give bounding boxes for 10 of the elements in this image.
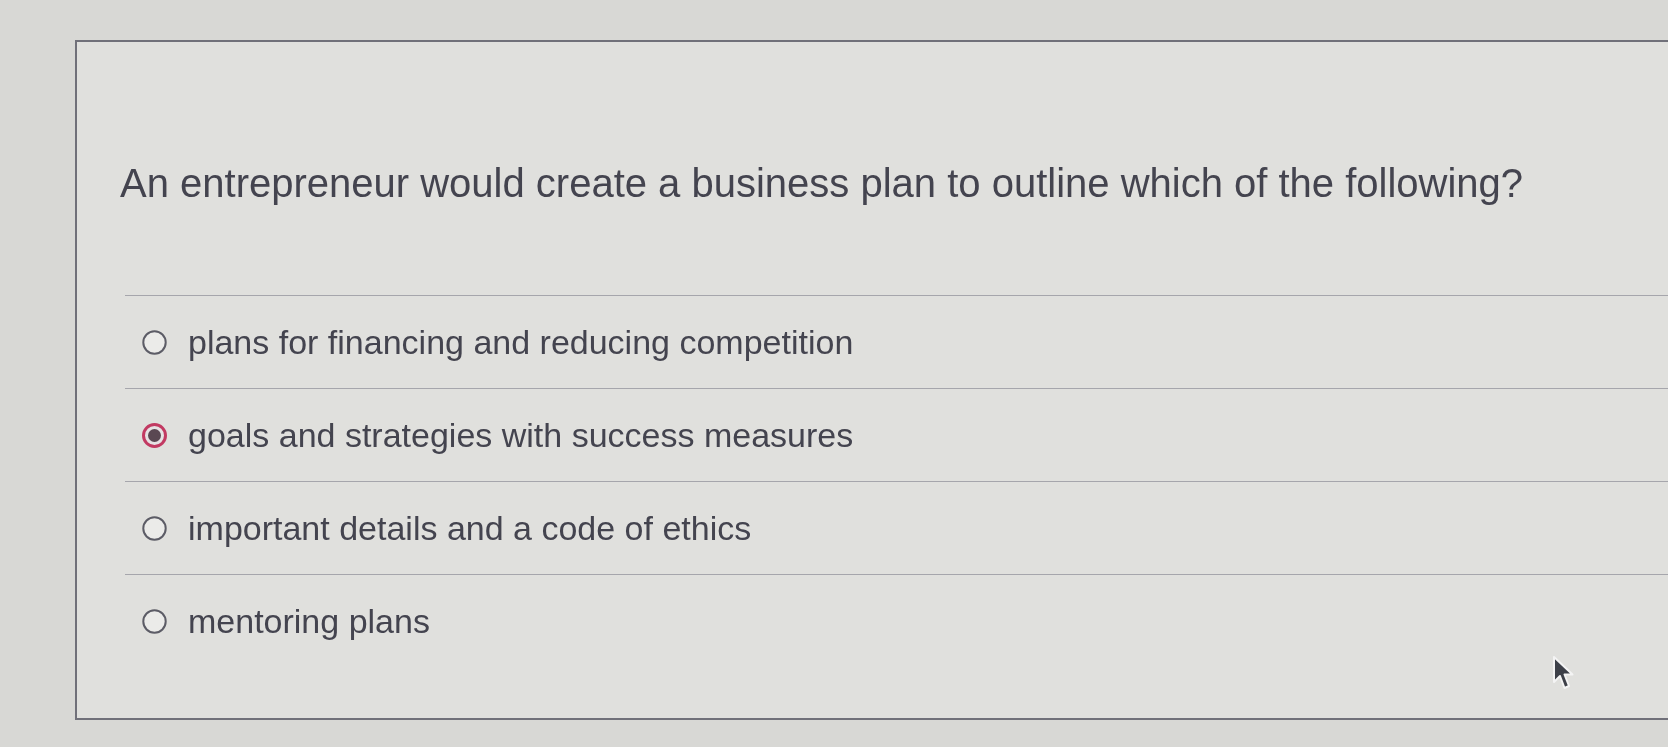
mouse-pointer-icon [1552, 655, 1574, 691]
radio-button[interactable] [142, 329, 167, 355]
radio-button[interactable] [142, 515, 167, 541]
radio-button[interactable] [142, 422, 167, 448]
radio-button[interactable] [142, 608, 167, 634]
question-text: An entrepreneur would create a business plan to outline which of the following? [120, 160, 1524, 207]
option-label[interactable]: mentoring plans [188, 601, 430, 641]
option-label[interactable]: plans for financing and reducing competition [188, 322, 854, 362]
option-label[interactable]: goals and strategies with success measures [188, 415, 854, 455]
option-label[interactable]: important details and a code of ethics [188, 508, 752, 548]
